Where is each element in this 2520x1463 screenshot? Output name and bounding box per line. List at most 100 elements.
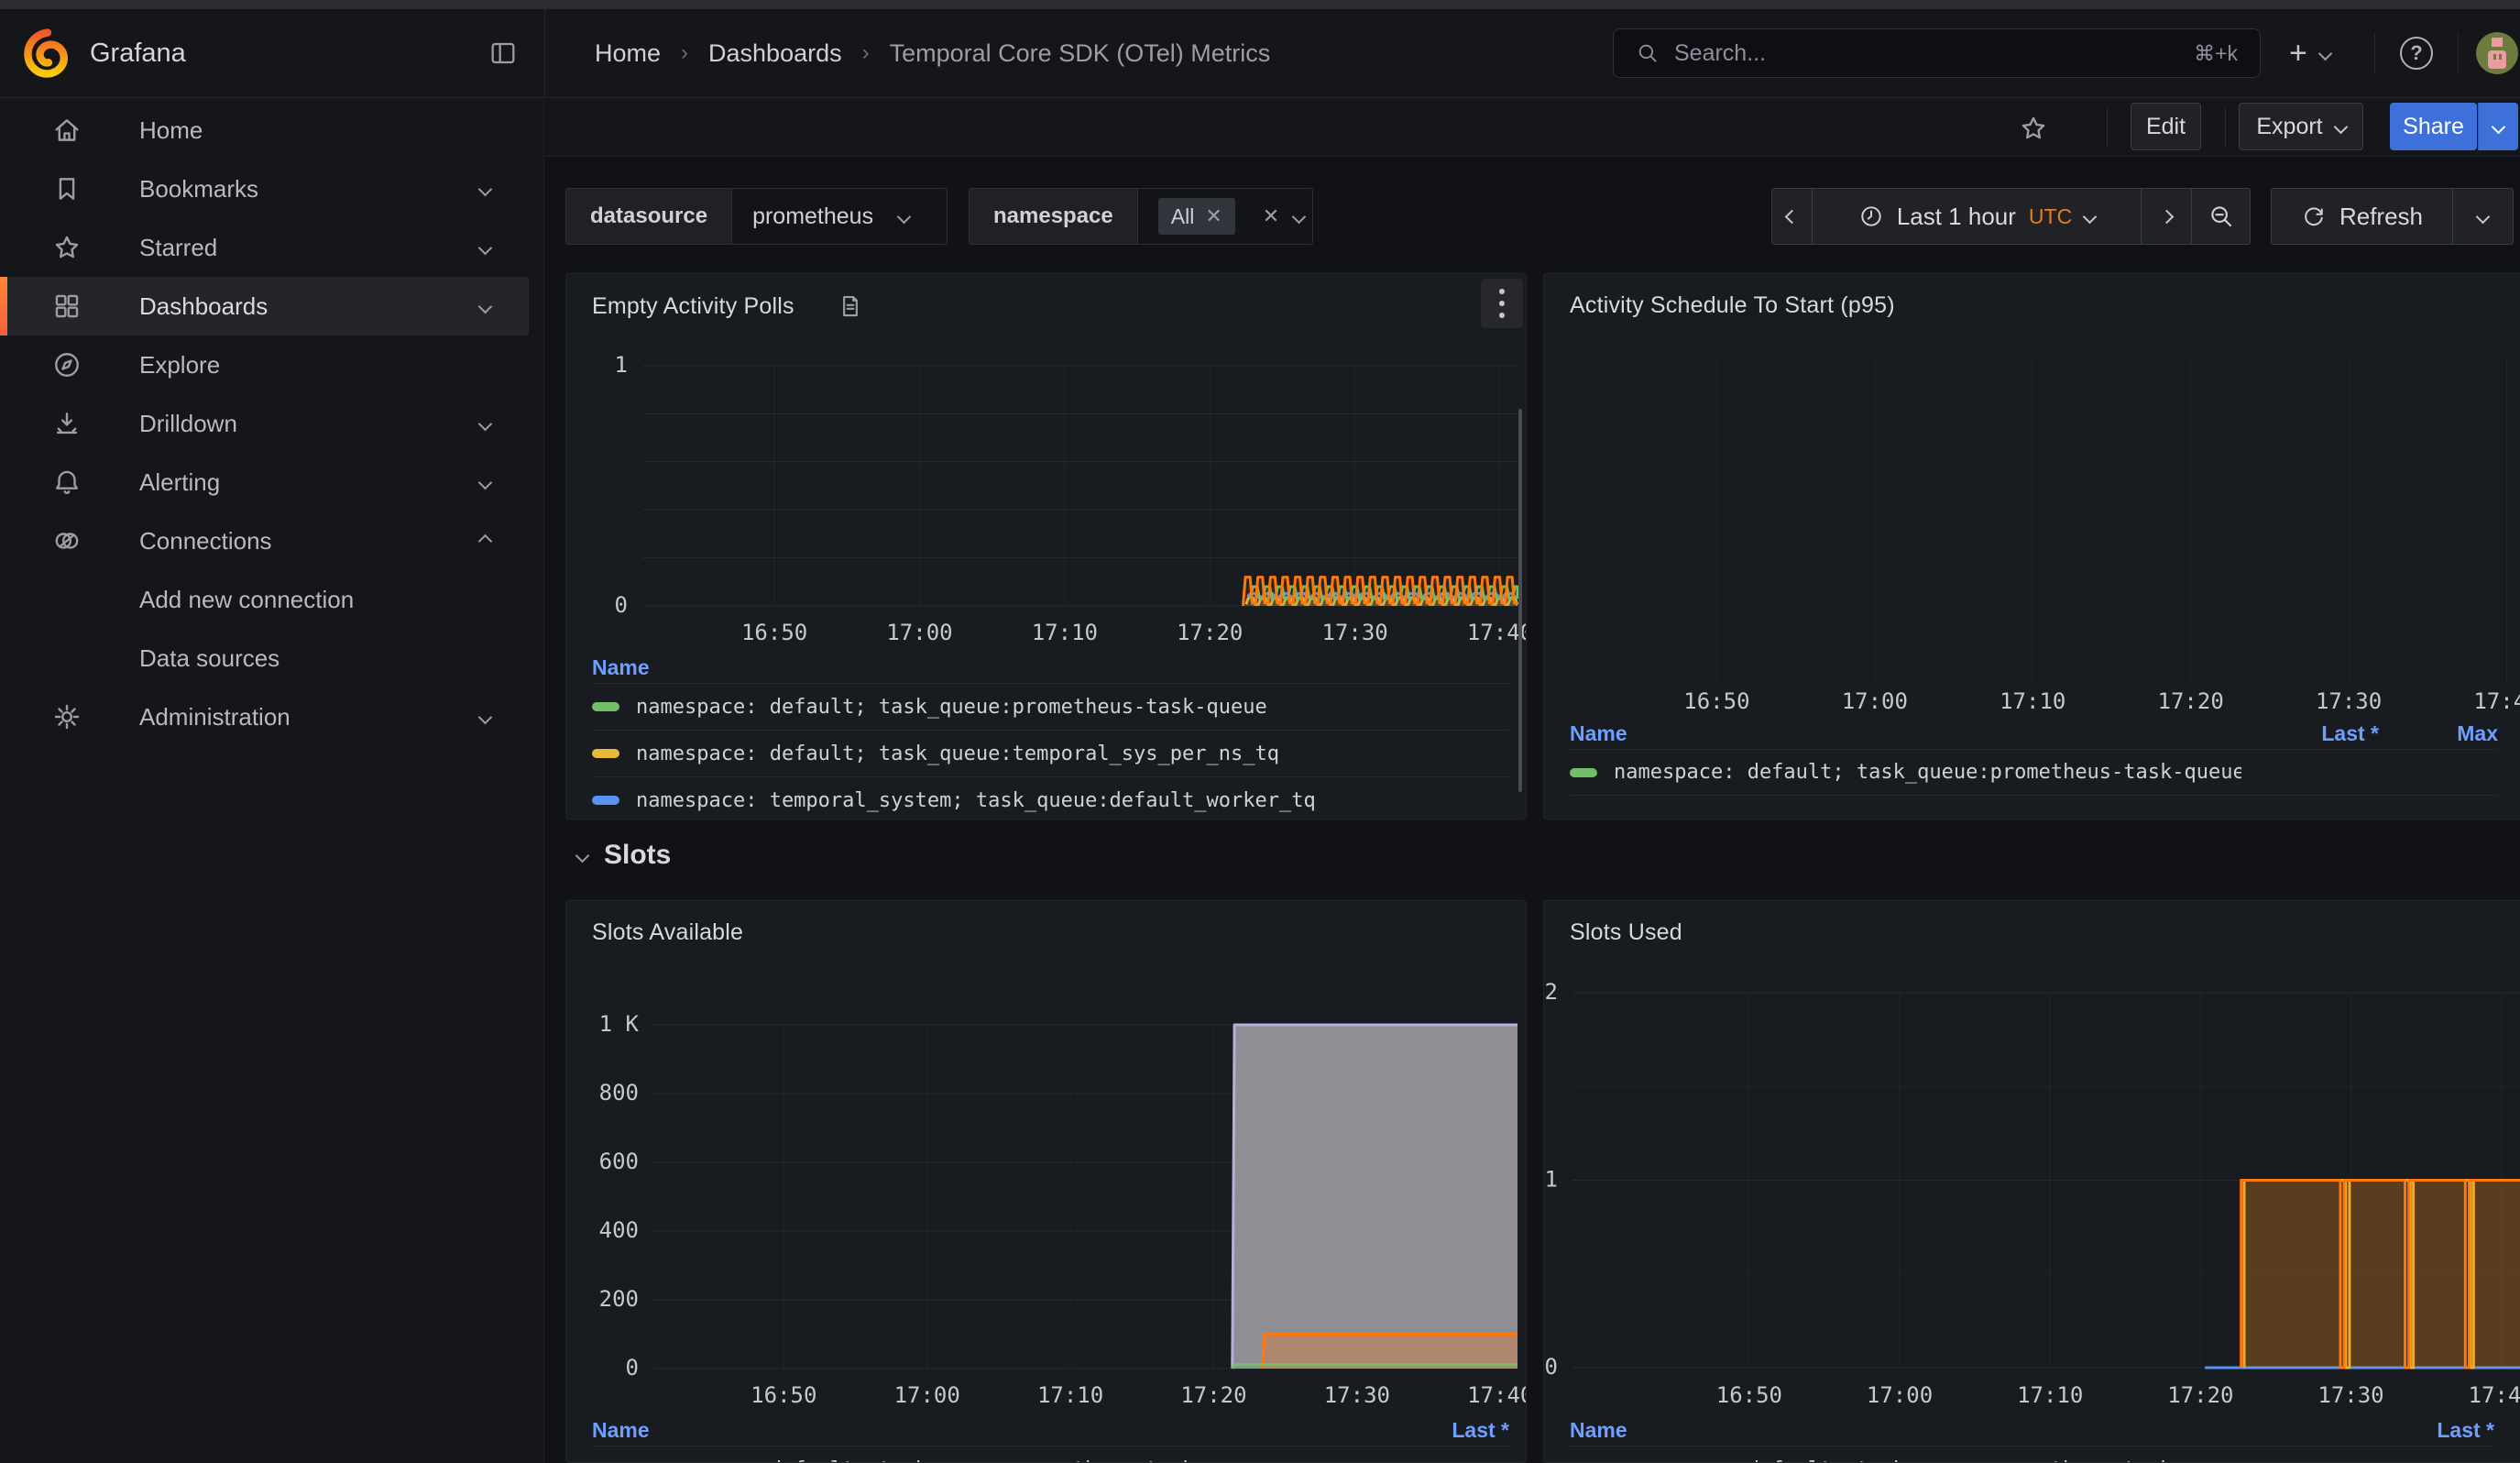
datasource-variable-control: datasource prometheus: [565, 188, 948, 245]
sidebar-item-dashboards[interactable]: Dashboards: [0, 277, 529, 336]
star-dashboard-button[interactable]: [2018, 113, 2049, 144]
sidebar-item-bookmarks[interactable]: Bookmarks: [0, 160, 529, 218]
new-menu-button[interactable]: +: [2289, 9, 2330, 97]
legend-column-last[interactable]: Last *: [1372, 1418, 1509, 1443]
legend-row[interactable]: namespace: default; task_queue:prometheu…: [1570, 749, 2498, 796]
time-range-picker[interactable]: Last 1 hour UTC: [1812, 189, 2141, 244]
time-zoom-out-button[interactable]: [2191, 189, 2250, 244]
topbar-divider: [2374, 33, 2375, 73]
svg-text:17:00: 17:00: [886, 620, 952, 645]
sidebar-item-starred[interactable]: Starred: [0, 218, 529, 277]
sidebar-item-label: Starred: [139, 234, 217, 262]
chevron-icon[interactable]: [478, 710, 493, 724]
svg-text:17:00: 17:00: [894, 1382, 960, 1408]
chevron-icon[interactable]: [478, 182, 493, 196]
panel-empty-activity-polls: Empty Activity Polls 0116:5017:0017:1017…: [565, 273, 1527, 820]
chip-remove-icon[interactable]: ✕: [1205, 206, 1222, 226]
sidebar-item-alerting[interactable]: Alerting: [0, 453, 529, 512]
svg-text:17:20: 17:20: [2158, 688, 2224, 714]
mega-menu-toggle[interactable]: [487, 38, 520, 69]
grafana-logo-icon[interactable]: [22, 28, 73, 79]
toolbar-divider: [2225, 108, 2226, 147]
chevron-icon[interactable]: [478, 416, 493, 431]
chevron-icon[interactable]: [478, 299, 493, 314]
question-icon: ?: [2400, 37, 2433, 70]
sidebar-item-connections[interactable]: Connections: [0, 512, 529, 570]
chip-label: All: [1171, 204, 1195, 229]
svg-text:17:20: 17:20: [1180, 1382, 1246, 1408]
svg-text:1: 1: [615, 352, 628, 378]
series-color-pill[interactable]: [592, 796, 619, 805]
datasource-select[interactable]: prometheus: [732, 189, 947, 244]
legend-scrollbar[interactable]: [1518, 409, 1522, 792]
chevron-icon[interactable]: [478, 534, 493, 548]
chevron-down-icon: [2318, 46, 2333, 60]
user-avatar[interactable]: [2476, 32, 2518, 74]
brand-title: Grafana: [90, 9, 186, 97]
svg-text:17:10: 17:10: [1032, 620, 1098, 645]
series-color-pill[interactable]: [1570, 768, 1597, 777]
refresh-button[interactable]: Refresh: [2272, 189, 2452, 244]
edit-button[interactable]: Edit: [2131, 103, 2201, 150]
series-label: namespace: default; task_queue:prometheu…: [1614, 1458, 2357, 1463]
svg-text:600: 600: [599, 1149, 639, 1174]
share-button[interactable]: Share: [2390, 103, 2477, 150]
chart-legend: Name namespace: default; task_queue:prome…: [592, 652, 1509, 820]
time-range-label: Last 1 hour: [1897, 203, 2016, 231]
legend-column-name[interactable]: Name: [1570, 721, 2241, 746]
legend-row[interactable]: namespace: default; task_queue:prometheu…: [592, 683, 1509, 730]
svg-text:17:00: 17:00: [1842, 688, 1908, 714]
legend-row[interactable]: namespace: default; task_queue:temporal_…: [592, 730, 1509, 776]
legend-header: NameLast *Max: [1570, 718, 2498, 749]
svg-text:17:10: 17:10: [1037, 1382, 1103, 1408]
row-slots[interactable]: Slots: [577, 840, 671, 871]
sidebar-item-icon: [51, 525, 82, 556]
legend-row[interactable]: namespace: default; task_queue:prometheu…: [1570, 1446, 2494, 1463]
clear-all-icon[interactable]: ✕: [1263, 206, 1279, 226]
help-button[interactable]: ?: [2400, 9, 2433, 97]
sidebar-item-label: Bookmarks: [139, 175, 258, 204]
sidebar-item-administration[interactable]: Administration: [0, 688, 529, 746]
time-shift-forward-button[interactable]: [2141, 189, 2191, 244]
sidebar-item-explore[interactable]: Explore: [0, 336, 529, 394]
panel-activity-schedule-to-start: Activity Schedule To Start (p95) 16:5017…: [1543, 273, 2520, 820]
sidebar-item-icon: [51, 291, 82, 322]
breadcrumb-dashboards[interactable]: Dashboards: [708, 39, 842, 68]
namespace-select[interactable]: All ✕ ✕: [1138, 189, 1313, 244]
dashboard-toolbar: Edit Export Share: [545, 98, 2520, 157]
sidebar-item-icon: [51, 701, 82, 732]
time-shift-back-button[interactable]: [1772, 189, 1812, 244]
svg-text:16:50: 16:50: [751, 1382, 816, 1408]
export-button[interactable]: Export: [2239, 103, 2363, 150]
breadcrumb-home[interactable]: Home: [595, 39, 661, 68]
chevron-icon[interactable]: [478, 240, 493, 255]
chevron-down-icon: [897, 209, 912, 224]
chevron-icon[interactable]: [478, 475, 493, 490]
legend-column-last[interactable]: Last *: [2357, 1418, 2494, 1443]
sidebar: Home Bookmarks Starred Dashboards Explor…: [0, 98, 544, 1463]
sidebar-item-drilldown[interactable]: Drilldown: [0, 394, 529, 453]
refresh-controls: Refresh: [2271, 188, 2514, 245]
legend-column-name[interactable]: Name: [592, 1418, 1372, 1443]
namespace-chip-all[interactable]: All ✕: [1158, 198, 1235, 235]
legend-row[interactable]: namespace: default; task_queue:prometheu…: [592, 1446, 1509, 1463]
legend-column-max[interactable]: Max: [2379, 721, 2498, 746]
legend-column-name[interactable]: Name: [1570, 1418, 2357, 1443]
refresh-interval-dropdown[interactable]: [2452, 189, 2513, 244]
search-input-wrapper[interactable]: ⌘+k: [1613, 28, 2261, 78]
legend-header: NameLast *: [1570, 1414, 2494, 1446]
series-color-pill[interactable]: [592, 749, 619, 758]
legend-column-name[interactable]: Name: [592, 655, 1509, 680]
legend-column-last[interactable]: Last *: [2241, 721, 2379, 746]
sidebar-item-home[interactable]: Home: [0, 101, 529, 160]
svg-text:17:40: 17:40: [2469, 1382, 2520, 1408]
sidebar-item-add-new-connection[interactable]: Add new connection: [0, 570, 529, 629]
sidebar-item-data-sources[interactable]: Data sources: [0, 629, 529, 688]
share-dropdown-button[interactable]: [2478, 103, 2518, 150]
timeseries-chart[interactable]: 01216:5017:0017:1017:2017:3017:40: [1544, 901, 2520, 1462]
series-color-pill[interactable]: [592, 702, 619, 711]
search-input[interactable]: [1674, 40, 2179, 67]
timeseries-chart[interactable]: 02004006008001 K16:5017:0017:1017:2017:3…: [566, 901, 1526, 1462]
svg-text:17:30: 17:30: [2317, 1382, 2383, 1408]
legend-row[interactable]: namespace: temporal_system; task_queue:d…: [592, 776, 1509, 820]
